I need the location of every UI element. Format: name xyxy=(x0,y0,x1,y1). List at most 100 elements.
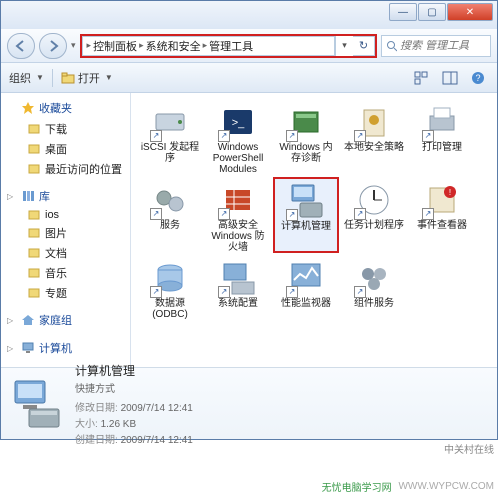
back-icon xyxy=(14,39,28,53)
sidebar-item[interactable]: 音乐 xyxy=(1,263,130,283)
svg-text:!: ! xyxy=(449,188,451,197)
file-label: 组件服务 xyxy=(354,298,394,309)
shortcut-overlay-icon: ↗ xyxy=(286,130,298,142)
file-item[interactable]: ↗性能监视器 xyxy=(273,255,339,331)
search-box[interactable] xyxy=(381,35,491,57)
chevron-right-icon: ▸ xyxy=(139,40,144,51)
details-meta: 修改日期: 2009/7/14 12:41 大小: 1.26 KB 创建日期: … xyxy=(75,399,193,446)
breadcrumb-item[interactable]: 系统和安全 xyxy=(146,38,201,54)
search-input[interactable] xyxy=(400,40,486,52)
close-button[interactable]: ✕ xyxy=(447,3,493,21)
breadcrumb-item[interactable]: 控制面板 xyxy=(93,38,137,54)
file-label: 打印管理 xyxy=(422,142,462,153)
ps-icon: >_↗ xyxy=(218,102,258,142)
forward-icon xyxy=(46,39,60,53)
sidebar-item[interactable]: 桌面 xyxy=(1,139,130,159)
sidebar-group[interactable]: ▷家庭组 xyxy=(1,309,130,331)
minimize-button[interactable]: — xyxy=(389,3,417,21)
mem-icon: ↗ xyxy=(286,102,326,142)
sec-icon: ↗ xyxy=(354,102,394,142)
sidebar-item[interactable]: 图片 xyxy=(1,223,130,243)
details-icon xyxy=(9,376,65,432)
gear-icon: ↗ xyxy=(150,180,190,220)
chevron-down-icon: ▼ xyxy=(36,73,44,82)
separator xyxy=(52,69,53,87)
sidebar-item[interactable]: 下载 xyxy=(1,119,130,139)
shortcut-overlay-icon: ↗ xyxy=(286,209,298,221)
file-item[interactable]: ↗打印管理 xyxy=(409,99,475,175)
drive-icon: ↗ xyxy=(150,102,190,142)
file-label: 任务计划程序 xyxy=(344,220,404,231)
print-icon: ↗ xyxy=(422,102,462,142)
file-label: 数据源 (ODBC) xyxy=(140,298,200,320)
task-icon: ↗ xyxy=(354,180,394,220)
details-subtitle: 快捷方式 xyxy=(75,380,193,395)
file-item[interactable]: ↗计算机管理 xyxy=(273,177,339,253)
titlebar: — ▢ ✕ xyxy=(1,1,497,29)
search-icon xyxy=(386,40,397,52)
breadcrumb[interactable]: ▸ 控制面板 ▸ 系统和安全 ▸ 管理工具 xyxy=(82,36,335,56)
back-button[interactable] xyxy=(7,33,35,59)
toolbar-right: ? xyxy=(411,68,489,88)
file-item[interactable]: ↗iSCSI 发起程序 xyxy=(137,99,203,175)
file-label: 性能监视器 xyxy=(281,298,331,309)
fw-icon: ↗ xyxy=(218,180,258,220)
pane-icon xyxy=(442,71,458,85)
help-button[interactable]: ? xyxy=(467,68,489,88)
svg-text:?: ? xyxy=(475,73,480,83)
odbc-icon: ↗ xyxy=(150,258,190,298)
shortcut-overlay-icon: ↗ xyxy=(422,130,434,142)
open-button[interactable]: 打开 ▼ xyxy=(61,70,113,86)
file-item[interactable]: !↗事件查看器 xyxy=(409,177,475,253)
file-label: 本地安全策略 xyxy=(344,142,404,153)
sysconf-icon: ↗ xyxy=(218,258,258,298)
file-item[interactable]: ↗本地安全策略 xyxy=(341,99,407,175)
view-icon xyxy=(414,71,430,85)
shortcut-overlay-icon: ↗ xyxy=(218,286,230,298)
sidebar-group[interactable]: ▷库 xyxy=(1,185,130,207)
comp-icon: ↗ xyxy=(354,258,394,298)
file-item[interactable]: >_↗Windows PowerShell Modules xyxy=(205,99,271,175)
preview-pane-button[interactable] xyxy=(439,68,461,88)
file-item[interactable]: ↗系统配置 xyxy=(205,255,271,331)
svg-text:>_: >_ xyxy=(232,117,245,129)
details-text: 计算机管理 快捷方式 修改日期: 2009/7/14 12:41 大小: 1.2… xyxy=(75,362,193,446)
navigation-sidebar[interactable]: 收藏夹下载桌面最近访问的位置 ▷库ios图片文档音乐专题 ▷家庭组 ▷计算机 xyxy=(1,93,131,367)
file-item[interactable]: ↗组件服务 xyxy=(341,255,407,331)
shortcut-overlay-icon: ↗ xyxy=(354,286,366,298)
sidebar-item[interactable]: 最近访问的位置 xyxy=(1,159,130,179)
file-item[interactable]: ↗数据源 (ODBC) xyxy=(137,255,203,331)
maximize-button[interactable]: ▢ xyxy=(418,3,446,21)
file-item[interactable]: ↗Windows 内存诊断 xyxy=(273,99,339,175)
sidebar-item[interactable]: 专题 xyxy=(1,283,130,303)
refresh-button[interactable]: ↻ xyxy=(353,36,375,56)
chevron-down-icon: ▼ xyxy=(105,73,113,82)
shortcut-overlay-icon: ↗ xyxy=(150,130,162,142)
open-icon xyxy=(61,72,75,84)
shortcut-overlay-icon: ↗ xyxy=(218,208,230,220)
file-item[interactable]: ↗任务计划程序 xyxy=(341,177,407,253)
sidebar-group[interactable]: ▷计算机 xyxy=(1,337,130,359)
watermark-url: 无忧电脑学习网 WWW.WYPCW.COM xyxy=(322,479,494,494)
compmgmt-icon: ↗ xyxy=(286,181,326,221)
history-dropdown[interactable]: ▾ xyxy=(71,40,76,51)
sidebar-item[interactable]: ios xyxy=(1,207,130,223)
file-label: 服务 xyxy=(160,220,180,231)
file-label: 高级安全 Windows 防火墙 xyxy=(208,220,268,253)
chevron-right-icon: ▸ xyxy=(203,40,208,51)
file-label: Windows PowerShell Modules xyxy=(208,142,268,175)
address-toolbar: ▾ ▸ 控制面板 ▸ 系统和安全 ▸ 管理工具 ▾ ↻ xyxy=(1,29,497,63)
breadcrumb-item[interactable]: 管理工具 xyxy=(209,38,253,54)
forward-button[interactable] xyxy=(39,33,67,59)
view-button[interactable] xyxy=(411,68,433,88)
sidebar-group[interactable]: 收藏夹 xyxy=(1,97,130,119)
organize-menu[interactable]: 组织▼ xyxy=(9,70,44,86)
address-dropdown[interactable]: ▾ xyxy=(335,36,353,56)
file-item[interactable]: ↗高级安全 Windows 防火墙 xyxy=(205,177,271,253)
explorer-window: — ▢ ✕ ▾ ▸ 控制面板 ▸ 系统和安全 ▸ 管理工具 ▾ ↻ xyxy=(0,0,498,440)
breadcrumb-highlight: ▸ 控制面板 ▸ 系统和安全 ▸ 管理工具 ▾ ↻ xyxy=(80,34,377,58)
sidebar-item[interactable]: 文档 xyxy=(1,243,130,263)
file-item[interactable]: ↗服务 xyxy=(137,177,203,253)
shortcut-overlay-icon: ↗ xyxy=(150,286,162,298)
command-toolbar: 组织▼ 打开 ▼ ? xyxy=(1,63,497,93)
